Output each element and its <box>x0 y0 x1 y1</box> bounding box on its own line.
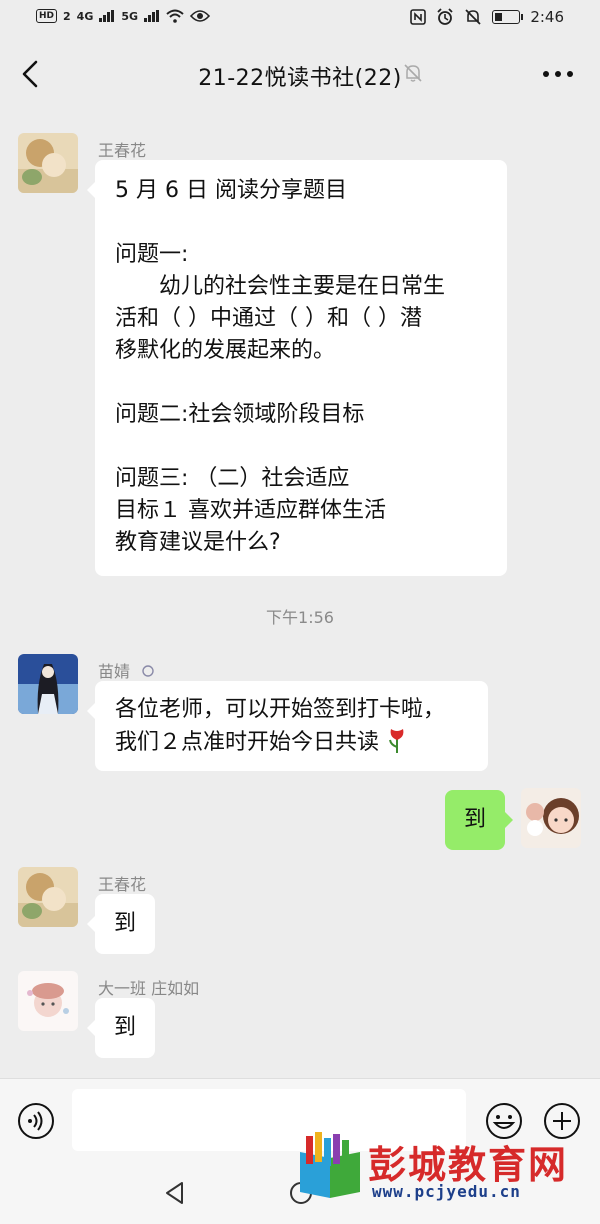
sender-name-text: 苗婧 <box>98 662 131 681</box>
message-line: 各位老师，可以开始签到打卡啦， <box>115 697 446 722</box>
message-line: 问题二:社会领域阶段目标 <box>115 402 365 427</box>
more-options-icon[interactable] <box>538 62 578 86</box>
network-5g-label: 5G <box>121 9 139 23</box>
nfc-icon <box>410 9 427 25</box>
wifi-icon <box>166 9 184 23</box>
watermark-logo: 彭城教育网 www.pcjyedu.cn <box>292 1128 584 1220</box>
sender-name: 苗婧 <box>98 658 155 682</box>
message-bubble[interactable]: 5 月 6 日 阅读分享题目 问题一: 幼儿的社会性主要是在日常生 活和（ ）中… <box>87 160 507 576</box>
message-bubble[interactable]: 各位老师，可以开始签到打卡啦， 我们２点准时开始今日共读 <box>87 681 488 771</box>
network-4g-label: 4G <box>76 9 94 23</box>
signal-icon <box>144 10 160 22</box>
message-bubble[interactable]: 到 <box>87 998 155 1058</box>
message-bubble[interactable]: 到 <box>87 894 155 954</box>
avatar[interactable] <box>18 133 78 193</box>
watermark-url: www.pcjyedu.cn <box>372 1182 521 1201</box>
network-indicators: HD 2 4G 5G <box>36 9 211 23</box>
status-ring-icon <box>142 665 154 677</box>
status-bar: HD 2 4G 5G 2:46 <box>0 0 600 38</box>
message-line: 问题一: <box>115 242 189 267</box>
message-text: 到 <box>463 807 486 832</box>
chat-title[interactable]: 21-22悦读书社(22) <box>198 66 402 91</box>
message-line: 我们２点准时开始今日共读 <box>115 727 468 759</box>
chat-title-wrap: 21-22悦读书社(22) <box>0 60 600 92</box>
avatar[interactable] <box>18 971 78 1031</box>
alarm-icon <box>437 8 453 25</box>
message-text: 到 <box>113 1015 136 1040</box>
message-text: 到 <box>113 911 136 936</box>
clock: 2:46 <box>530 8 564 26</box>
watermark-name: 彭城教育网 <box>368 1142 569 1187</box>
sim-slot-label: 2 <box>63 9 71 23</box>
book-logo-icon <box>300 1132 360 1198</box>
signal-icon <box>99 10 115 22</box>
message-line <box>115 432 487 464</box>
message-line: 5 月 6 日 阅读分享题目 <box>115 178 347 203</box>
mute-bell-icon <box>465 9 481 25</box>
message-line: 活和（ ）中通过（ ）和（ ）潜 <box>115 306 422 331</box>
system-back-icon[interactable] <box>162 1180 188 1206</box>
chat-header: 21-22悦读书社(22) <box>0 38 600 110</box>
status-right: 2:46 <box>410 8 564 26</box>
mute-notification-icon <box>404 64 422 82</box>
message-line <box>115 208 487 240</box>
my-avatar[interactable] <box>521 788 581 848</box>
voice-input-icon[interactable] <box>16 1101 56 1141</box>
message-line: 移默化的发展起来的。 <box>115 338 336 363</box>
message-line: 目标１ 喜欢并适应群体生活 <box>115 498 386 523</box>
message-line: 教育建议是什么? <box>115 530 281 555</box>
rose-emoji-icon <box>389 729 404 753</box>
avatar[interactable] <box>18 867 78 927</box>
sender-name: 大一班 庄如如 <box>98 979 200 998</box>
sender-name: 王春花 <box>98 141 147 160</box>
sender-name: 王春花 <box>98 875 147 894</box>
time-divider: 下午1:56 <box>266 608 334 627</box>
message-line-text: 我们２点准时开始今日共读 <box>115 730 380 755</box>
my-message-bubble[interactable]: 到 <box>445 790 513 850</box>
avatar[interactable] <box>18 654 78 714</box>
hd-icon: HD <box>36 9 58 23</box>
message-line: 幼儿的社会性主要是在日常生 <box>115 274 446 299</box>
battery-icon <box>492 10 524 24</box>
message-line <box>115 368 487 400</box>
message-line: 问题三: （二）社会适应 <box>115 466 350 491</box>
eye-icon <box>190 10 211 22</box>
